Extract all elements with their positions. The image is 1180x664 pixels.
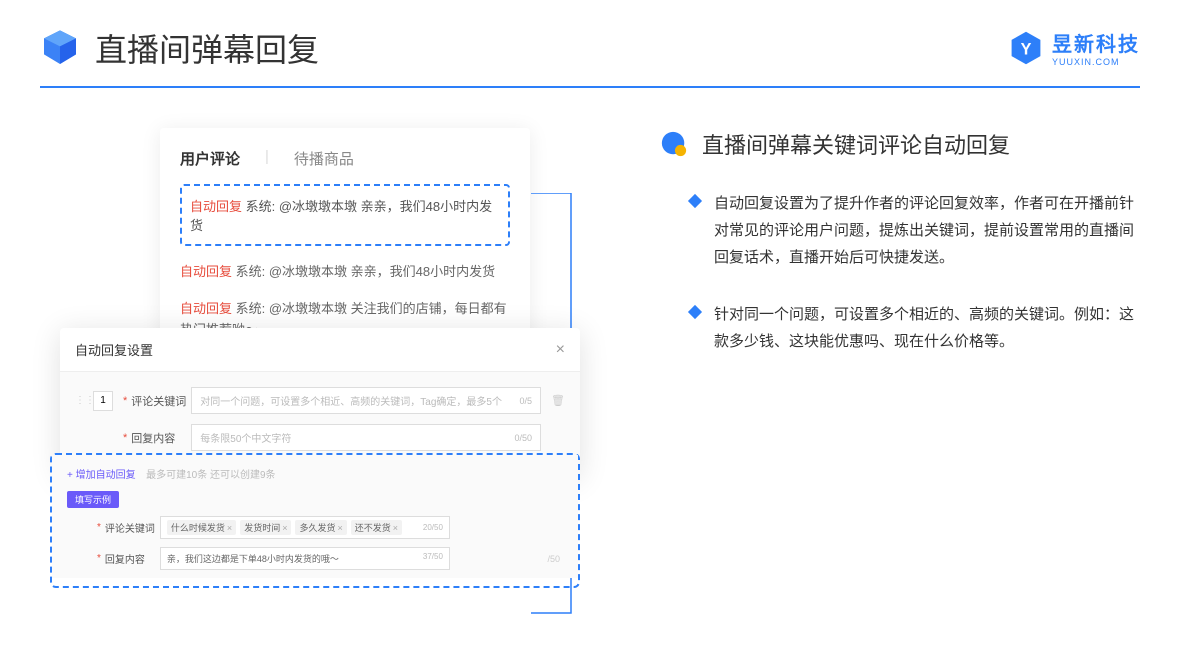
logo-subtext: YUUXIN.COM [1052,57,1140,67]
tab-divider: | [265,148,269,169]
logo-icon: Y [1008,30,1044,66]
bullet-item: 自动回复设置为了提升作者的评论回复效率，作者可在开播前针对常见的评论用户问题，提… [660,190,1140,271]
header: 直播间弹幕回复 Y 昱新科技 YUUXIN.COM [0,0,1180,71]
add-auto-reply-link[interactable]: + 增加自动回复 [67,470,136,481]
example-badge: 填写示例 [67,491,119,508]
form-row-keyword: ⋮⋮ 1 * 评论关键词 对同一个问题，可设置多个相近、高频的关键词，Tag确定… [75,387,565,414]
modal-title: 自动回复设置 [75,340,153,359]
drag-handle-icon[interactable]: ⋮⋮ [75,395,93,406]
sub-heading: 直播间弹幕关键词评论自动回复 [660,128,1140,160]
tab-pending-goods[interactable]: 待播商品 [294,148,354,169]
tabs: 用户评论 | 待播商品 [180,148,510,169]
tag[interactable]: 还不发货 [351,520,402,535]
example-box: + 增加自动回复 最多可建10条 还可以创建9条 填写示例 * 评论关键词 什么… [50,453,580,588]
cube-icon [40,28,80,68]
page-title: 直播间弹幕回复 [95,25,319,71]
keyword-label: 评论关键词 [131,393,191,409]
mockup-area: 用户评论 | 待播商品 自动回复 系统: @冰墩墩本墩 亲亲，我们48小时内发货… [60,128,600,385]
content-input[interactable]: 每条限50个中文字符 0/50 [191,424,541,451]
description-column: 直播间弹幕关键词评论自动回复 自动回复设置为了提升作者的评论回复效率，作者可在开… [600,128,1140,385]
counter: 0/5 [520,396,533,406]
keyword-input[interactable]: 对同一个问题，可设置多个相近、高频的关键词，Tag确定，最多5个 0/5 [191,387,541,414]
svg-text:Y: Y [1021,40,1032,58]
trash-icon[interactable]: 🗑 [551,394,565,407]
side-counter: /50 [547,554,560,564]
highlighted-comment: 自动回复 系统: @冰墩墩本墩 亲亲，我们48小时内发货 [180,184,510,246]
bullet-item: 针对同一个问题，可设置多个相近的、高频的关键词。例如：这款多少钱、这块能优惠吗、… [660,301,1140,355]
auto-reply-tag: 自动回复 [180,264,232,279]
required-dot: * [97,553,101,564]
bullet-text: 针对同一个问题，可设置多个相近的、高频的关键词。例如：这款多少钱、这块能优惠吗、… [714,301,1140,355]
counter: 20/50 [423,523,443,532]
comment-line: 自动回复 系统: @冰墩墩本墩 亲亲，我们48小时内发货 [180,262,510,283]
example-content-row: * 回复内容 亲，我们这边都是下单48小时内发货的哦～ 37/50 /50 [67,547,563,578]
diamond-bullet-icon [688,194,702,208]
counter: 37/50 [423,552,443,565]
auto-reply-tag: 自动回复 [190,199,242,214]
counter: 0/50 [515,433,533,443]
tag[interactable]: 多久发货 [295,520,346,535]
required-dot: * [97,522,101,533]
required-dot: * [123,395,127,407]
bullet-text: 自动回复设置为了提升作者的评论回复效率，作者可在开播前针对常见的评论用户问题，提… [714,190,1140,271]
required-dot: * [123,432,127,444]
tag-input[interactable]: 什么时候发货 发货时间 多久发货 还不发货 20/50 [160,516,450,539]
content-value: 亲，我们这边都是下单48小时内发货的哦～ [167,552,339,565]
blob-icon [660,130,688,158]
content-label: 回复内容 [131,430,191,446]
tag[interactable]: 什么时候发货 [167,520,236,535]
logo-text: 昱新科技 [1052,34,1140,56]
auto-reply-tag: 自动回复 [180,301,232,316]
logo: Y 昱新科技 YUUXIN.COM [1008,28,1140,67]
content-label: 回复内容 [105,551,160,566]
form-row-content: * 回复内容 每条限50个中文字符 0/50 🗑 [75,424,565,451]
tab-user-comments[interactable]: 用户评论 [180,148,240,169]
diamond-bullet-icon [688,305,702,319]
example-keyword-row: * 评论关键词 什么时候发货 发货时间 多久发货 还不发货 20/50 [67,516,563,539]
content-input[interactable]: 亲，我们这边都是下单48小时内发货的哦～ 37/50 [160,547,450,570]
row-number: 1 [93,391,113,411]
placeholder: 对同一个问题，可设置多个相近、高频的关键词，Tag确定，最多5个 [200,393,502,408]
add-hint: 最多可建10条 还可以创建9条 [146,470,275,481]
placeholder: 每条限50个中文字符 [200,430,291,445]
keyword-label: 评论关键词 [105,520,160,535]
modal-header: 自动回复设置 × [60,328,580,372]
comment-text: 系统: @冰墩墩本墩 亲亲，我们48小时内发货 [236,264,496,279]
tag[interactable]: 发货时间 [240,520,291,535]
sub-heading-text: 直播间弹幕关键词评论自动回复 [702,128,1010,160]
close-icon[interactable]: × [556,341,565,359]
